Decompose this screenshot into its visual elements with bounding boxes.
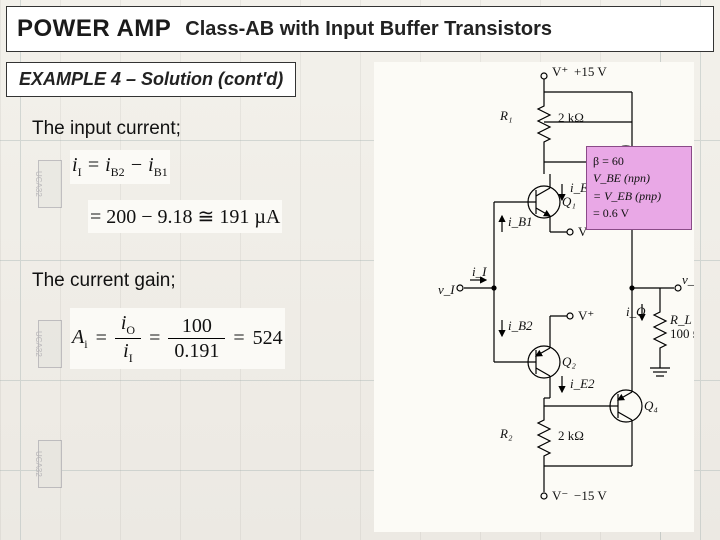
eq-sub: O — [126, 323, 135, 337]
label-RL: R_L — [669, 312, 692, 327]
eq-sym: − — [130, 154, 149, 176]
label-vI: v_I — [438, 282, 455, 297]
label-RL-val: 100 Ω — [670, 326, 694, 341]
eq-text: = 200 − 9.18 ≅ 191 µA — [90, 206, 280, 228]
label-R2-val: 2 kΩ — [558, 428, 584, 443]
eq-num: 524 — [253, 327, 283, 350]
label-R2: R₂ — [499, 426, 513, 441]
label-R1: R₁ — [499, 108, 512, 123]
param-beta: β = 60 — [593, 153, 685, 170]
label-vO: v_O — [682, 272, 694, 287]
eq-sym: = — [233, 327, 244, 350]
title-main: POWER AMP — [17, 15, 171, 43]
label-iE2: i_E2 — [570, 376, 595, 391]
param-veb: = V_EB (pnp) — [593, 188, 685, 205]
label-Vplus: V⁺ — [552, 64, 568, 79]
label-R1-val: 2 kΩ — [558, 110, 584, 125]
text-current-gain: The current gain; — [32, 270, 176, 292]
title-bar: POWER AMP Class-AB with Input Buffer Tra… — [6, 6, 714, 52]
label-iO: i_O — [626, 304, 646, 319]
eq-sym: A — [72, 326, 84, 348]
eq-sym: = — [149, 327, 160, 350]
label-Vminus: V⁻ — [552, 488, 568, 503]
circuit-schematic: V⁺ +15 V R₁ 2 kΩ Q₃ i_E1 Q₁ V i_B1 i_B2 … — [374, 62, 694, 532]
label-Q4: Q₄ — [644, 398, 658, 413]
label-Q1: Q₁ — [562, 194, 576, 209]
label-Vminus-val: −15 V — [574, 488, 607, 503]
eq-sub: i — [84, 337, 87, 351]
eq-sub: B1 — [154, 165, 168, 179]
equation-iI-definition: iI = iB2 − iB1 — [70, 150, 170, 184]
eq-sub: I — [129, 351, 133, 365]
label-iB1: i_B1 — [508, 214, 533, 229]
label-Vplus-mid: V⁺ — [578, 308, 594, 323]
eq-sub: B2 — [111, 165, 125, 179]
label-iB2: i_B2 — [508, 318, 533, 333]
label-iI: i_I — [472, 264, 487, 279]
param-vbe: V_BE (npn) — [593, 170, 685, 187]
param-val: = 0.6 V — [593, 205, 685, 222]
eq-num: 0.191 — [168, 340, 225, 362]
text-input-current: The input current; — [32, 118, 181, 140]
eq-sym: = — [87, 154, 106, 176]
label-Vplus-val: +15 V — [574, 64, 607, 79]
slide: UCA32 UCA32 UCA32 POWER AMP Class-AB wit… — [0, 0, 720, 540]
label-Q2: Q₂ — [562, 354, 576, 369]
eq-num: 100 — [176, 315, 218, 337]
equation-Ai: Ai = iO iI = 100 0.191 = 524 — [70, 308, 285, 369]
fraction: iO iI — [115, 312, 141, 365]
fraction: 100 0.191 — [168, 315, 225, 362]
equation-iI-value: = 200 − 9.18 ≅ 191 µA — [88, 200, 282, 233]
eq-sym: = — [96, 327, 107, 350]
eq-sub: I — [78, 165, 82, 179]
parameter-box: β = 60 V_BE (npn) = V_EB (pnp) = 0.6 V — [586, 146, 692, 230]
title-sub: Class-AB with Input Buffer Transistors — [185, 18, 552, 41]
heading-example: EXAMPLE 4 – Solution (cont'd) — [6, 62, 296, 97]
